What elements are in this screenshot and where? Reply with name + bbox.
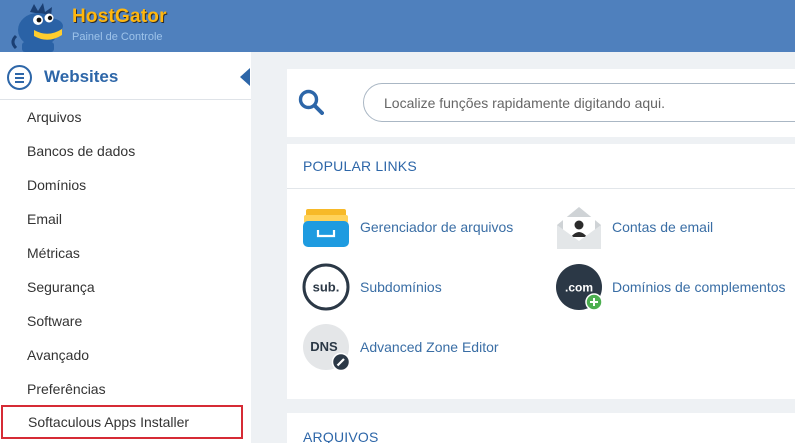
addon-domains-icon[interactable]: .com <box>555 263 603 311</box>
sidebar-item-seguranca[interactable]: Segurança <box>0 270 251 304</box>
sidebar-header: Websites <box>0 52 251 100</box>
sidebar-item-preferencias[interactable]: Preferências <box>0 372 251 406</box>
sidebar-item-software[interactable]: Software <box>0 304 251 338</box>
sidebar-title: Websites <box>44 67 119 86</box>
popular-links-panel: POPULAR LINKS Gerenciador de arquivos Co… <box>287 144 795 399</box>
divider <box>287 188 795 189</box>
subdomains-icon-text: sub. <box>313 280 340 295</box>
collapse-arrow-icon[interactable] <box>240 68 250 86</box>
addon-domains-icon-text: .com <box>565 281 593 295</box>
sidebar-item-email[interactable]: Email <box>0 202 251 236</box>
arquivos-title: ARQUIVOS <box>303 429 379 443</box>
dns-icon[interactable]: DNS <box>302 323 350 371</box>
sidebar-item-arquivos[interactable]: Arquivos <box>0 100 251 134</box>
list-icon <box>7 65 32 90</box>
arquivos-panel: ARQUIVOS <box>287 413 795 443</box>
link-subdomains[interactable]: Subdomínios <box>360 279 442 295</box>
popular-links-title: POPULAR LINKS <box>303 158 417 174</box>
sidebar-item-metricas[interactable]: Métricas <box>0 236 251 270</box>
subdomains-icon[interactable]: sub. <box>302 263 350 311</box>
search-icon <box>298 89 324 115</box>
link-addon-domains[interactable]: Domínios de complementos <box>612 279 786 295</box>
brand-subtitle: Painel de Controle <box>72 31 163 43</box>
dns-icon-text: DNS <box>310 339 338 354</box>
link-file-manager[interactable]: Gerenciador de arquivos <box>360 219 513 235</box>
search-panel <box>287 69 795 137</box>
sidebar-item-avancado[interactable]: Avançado <box>0 338 251 372</box>
search-input[interactable] <box>363 83 795 122</box>
sidebar-item-softaculous[interactable]: Softaculous Apps Installer <box>1 405 243 439</box>
link-advanced-zone-editor[interactable]: Advanced Zone Editor <box>360 339 499 355</box>
file-manager-icon[interactable] <box>302 203 350 251</box>
email-accounts-icon[interactable] <box>555 203 603 251</box>
top-header: HostGator Painel de Controle <box>0 0 795 52</box>
hostgator-mascot-icon[interactable] <box>8 2 66 52</box>
link-email-accounts[interactable]: Contas de email <box>612 219 713 235</box>
sidebar: Websites Arquivos Bancos de dados Domíni… <box>0 52 251 443</box>
sidebar-item-dominios[interactable]: Domínios <box>0 168 251 202</box>
sidebar-item-bancos-de-dados[interactable]: Bancos de dados <box>0 134 251 168</box>
brand-name[interactable]: HostGator <box>72 6 167 28</box>
